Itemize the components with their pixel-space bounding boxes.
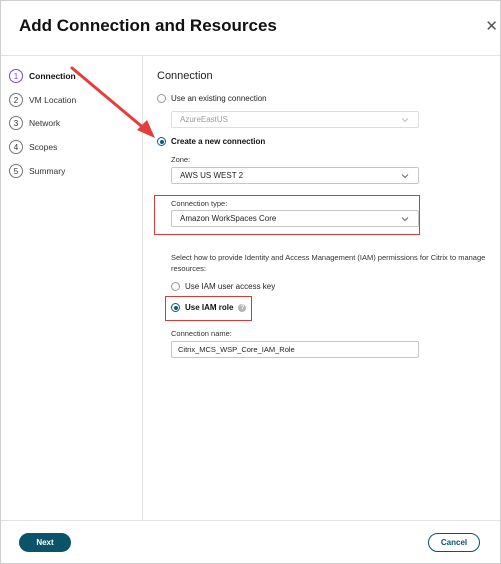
connection-name-label: Connection name: [171,329,232,338]
use-iam-access-key-radio[interactable]: Use IAM user access key [171,282,275,291]
connection-type-select[interactable]: Amazon WorkSpaces Core [171,210,419,227]
connection-name-input[interactable]: Citrix_MCS_WSP_Core_IAM_Role [171,341,419,358]
connection-name-value: Citrix_MCS_WSP_Core_IAM_Role [178,345,295,354]
step-scopes[interactable]: 4 Scopes [9,139,57,155]
chevron-down-icon [401,174,409,179]
existing-connection-select: AzureEastUS [171,111,419,128]
chevron-down-icon [401,118,409,123]
zone-label: Zone: [171,155,191,164]
use-iam-role-label: Use IAM role [185,303,234,312]
step-number: 5 [9,164,23,178]
use-iam-access-key-label: Use IAM user access key [185,282,276,291]
step-number: 3 [9,116,23,130]
create-new-connection-label: Create a new connection [171,137,266,146]
step-network[interactable]: 3 Network [9,115,60,131]
step-label: Network [29,118,61,128]
dialog-header: Add Connection and Resources ✕ [1,1,500,56]
next-button[interactable]: Next [19,533,71,552]
section-title: Connection [157,70,213,82]
dialog-title: Add Connection and Resources [19,16,277,35]
existing-connection-value: AzureEastUS [180,115,229,124]
step-label: Scopes [29,142,58,152]
connection-type-value: Amazon WorkSpaces Core [180,214,277,223]
step-vm-location[interactable]: 2 VM Location [9,92,76,108]
connection-type-label: Connection type: [171,199,228,208]
step-label: Summary [29,166,66,176]
dialog-footer: Next Cancel [1,520,500,564]
radio-off-icon [157,94,166,103]
radio-off-icon [171,282,180,291]
zone-value: AWS US WEST 2 [180,171,244,180]
use-existing-connection-label: Use an existing connection [171,94,267,103]
chevron-down-icon [401,217,409,222]
wizard-steps: 1 Connection 2 VM Location 3 Network 4 S… [1,56,143,520]
use-existing-connection-radio[interactable]: Use an existing connection [157,94,267,103]
step-number: 1 [9,69,23,83]
step-number: 4 [9,140,23,154]
step-number: 2 [9,93,23,107]
close-icon[interactable]: ✕ [485,17,498,35]
cancel-button[interactable]: Cancel [428,533,480,552]
step-label: VM Location [29,95,77,105]
radio-on-icon [157,137,166,146]
use-iam-role-radio[interactable]: Use IAM role ? [171,303,247,312]
iam-help-text: Select how to provide Identity and Acces… [171,253,486,273]
connection-panel: Connection Use an existing connection Az… [143,56,500,520]
create-new-connection-radio[interactable]: Create a new connection [157,137,265,146]
add-connection-dialog: Add Connection and Resources ✕ 1 Connect… [0,0,501,564]
step-label: Connection [29,71,76,81]
radio-on-icon [171,303,180,312]
step-summary[interactable]: 5 Summary [9,163,65,179]
step-connection[interactable]: 1 Connection [9,68,76,84]
help-icon[interactable]: ? [238,303,247,312]
zone-select[interactable]: AWS US WEST 2 [171,167,419,184]
